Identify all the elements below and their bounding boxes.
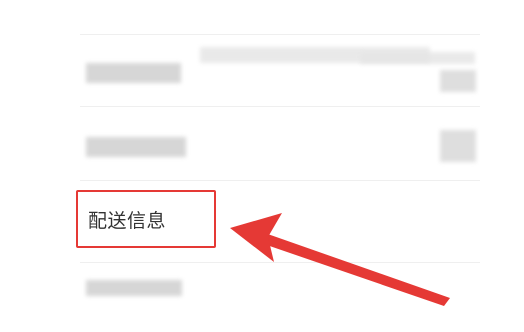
blurred-label-1: [86, 63, 181, 83]
divider-top: [80, 34, 480, 35]
delivery-info-item[interactable]: 配送信息: [76, 190, 216, 248]
divider-3: [80, 262, 480, 263]
blurred-value-1b: [360, 52, 475, 64]
blurred-value-1c: [440, 70, 476, 92]
arrow-shaft: [258, 232, 450, 306]
divider-2: [80, 180, 480, 181]
blurred-label-4: [86, 280, 182, 296]
delivery-info-label: 配送信息: [88, 210, 167, 232]
arrow-head: [230, 213, 282, 262]
blurred-label-2: [86, 137, 186, 157]
blurred-value-2: [440, 130, 476, 162]
settings-screen: 配送信息: [0, 0, 524, 332]
divider-1: [80, 106, 480, 107]
